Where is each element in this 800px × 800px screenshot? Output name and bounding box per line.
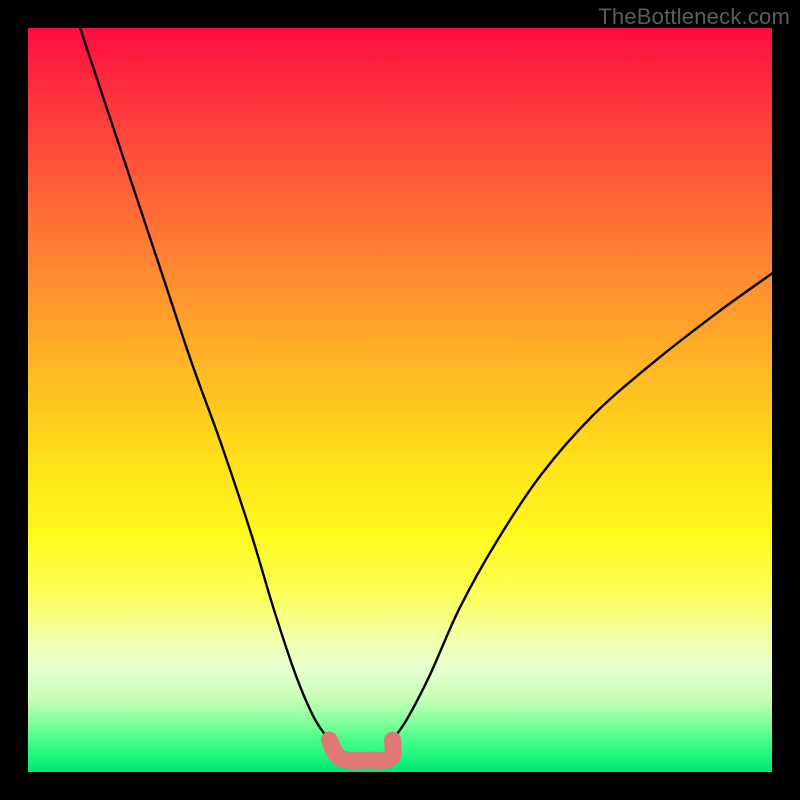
valley-marker [329,740,393,760]
curves-svg [28,28,772,772]
chart-frame: TheBottleneck.com [0,0,800,800]
watermark-text: TheBottleneck.com [598,4,790,30]
curve-left [80,28,329,740]
curve-right [393,274,772,740]
plot-area [28,28,772,772]
